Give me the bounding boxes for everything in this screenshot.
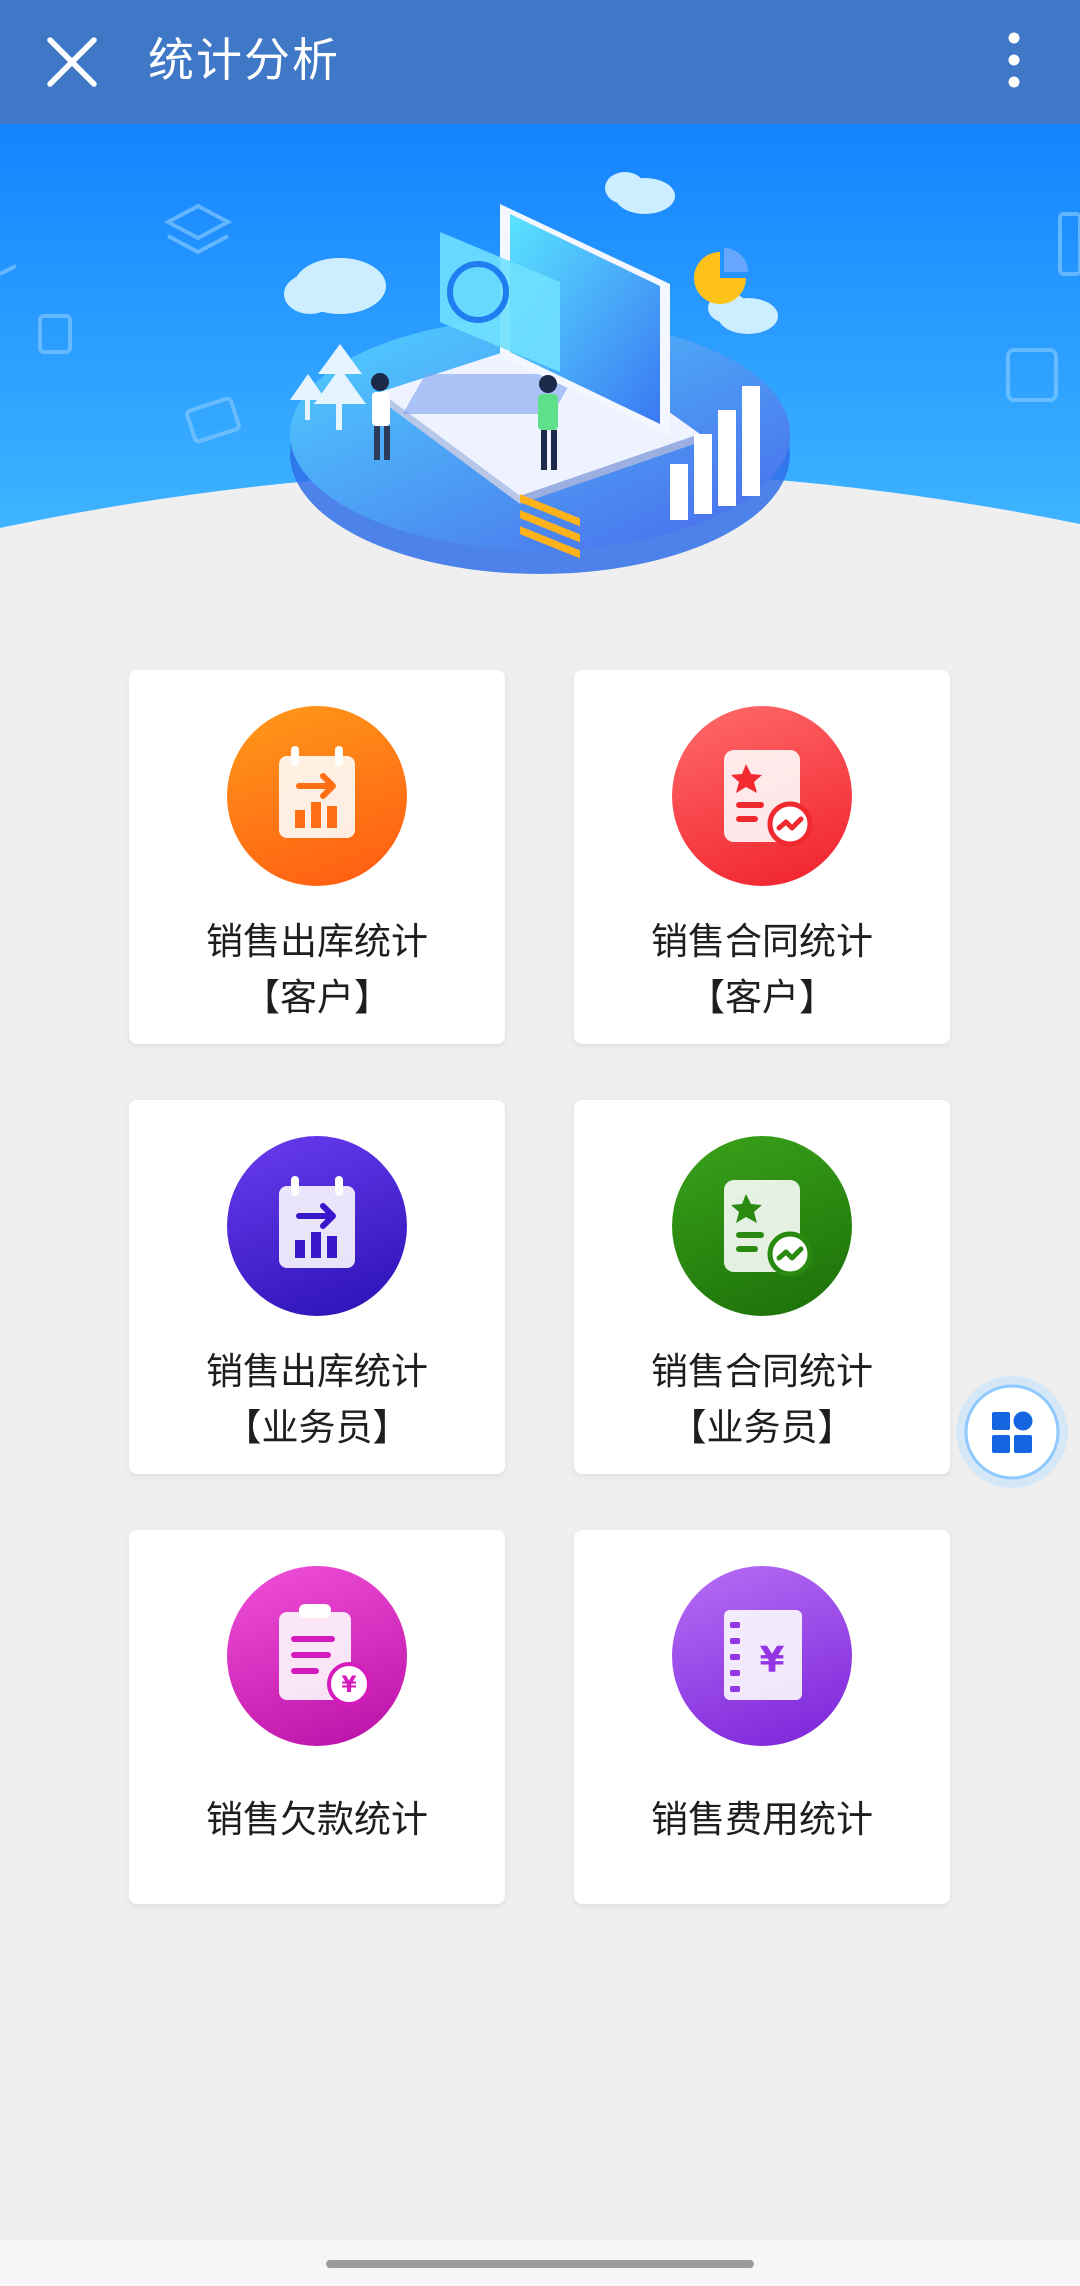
calendar-transfer-chart-icon [227, 706, 407, 886]
card-label: 销售出库统计 【业务员】 [206, 1350, 428, 1449]
card-label: 销售合同统计 【业务员】 [651, 1350, 873, 1449]
hero-banner [0, 124, 1080, 624]
contract-star-chart-icon [672, 706, 852, 886]
system-gesture-bar [0, 2240, 1080, 2286]
card-sales-contract-customer[interactable]: 销售合同统计 【客户】 [574, 670, 950, 1044]
card-label: 销售欠款统计 [206, 1798, 428, 1841]
top-app-bar: 统计分析 [0, 0, 1080, 124]
app-grid-icon [956, 1376, 1068, 1488]
card-label: 销售费用统计 [651, 1798, 873, 1841]
home-indicator[interactable] [326, 2260, 754, 2268]
card-sales-outbound-customer[interactable]: 销售出库统计 【客户】 [129, 670, 505, 1044]
close-icon [47, 37, 97, 87]
calendar-transfer-chart-icon [227, 1136, 407, 1316]
card-label: 销售出库统计 【客户】 [206, 920, 428, 1019]
contract-star-chart-icon [672, 1136, 852, 1316]
card-sales-contract-salesperson[interactable]: 销售合同统计 【业务员】 [574, 1100, 950, 1474]
svg-text:¥: ¥ [341, 1673, 357, 1698]
floating-menu-button[interactable] [952, 1372, 1072, 1492]
card-label: 销售合同统计 【客户】 [651, 920, 873, 1019]
card-sales-arrears[interactable]: ¥ 销售欠款统计 [129, 1530, 505, 1904]
card-sales-expenses[interactable]: ¥ 销售费用统计 [574, 1530, 950, 1904]
notebook-yen-icon: ¥ [672, 1566, 852, 1746]
svg-text:¥: ¥ [759, 1640, 784, 1681]
clipboard-yen-icon: ¥ [227, 1566, 407, 1746]
page-title: 统计分析 [148, 33, 340, 87]
more-options-button[interactable] [992, 26, 1036, 98]
close-button[interactable] [36, 26, 108, 98]
data-analytics-laptop-illustration [0, 124, 1080, 574]
card-sales-outbound-salesperson[interactable]: 销售出库统计 【业务员】 [129, 1100, 505, 1474]
more-vertical-icon [1008, 32, 1020, 88]
